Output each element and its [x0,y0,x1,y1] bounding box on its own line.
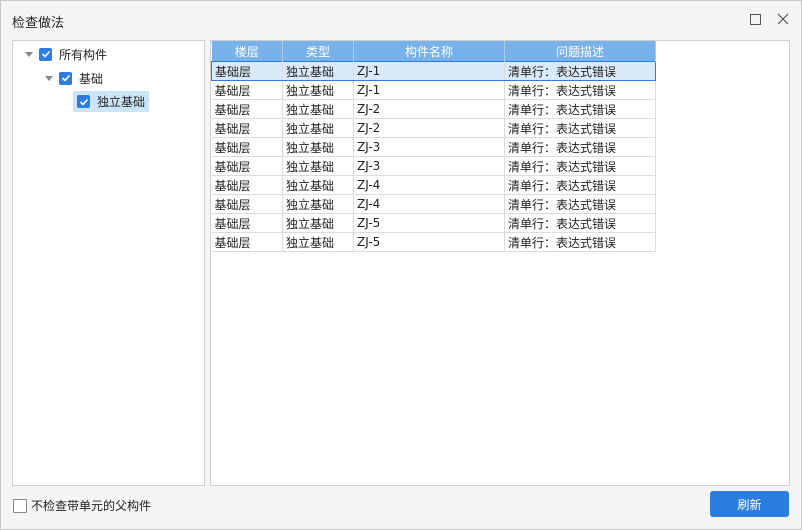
table-cell: 独立基础 [282,80,354,100]
table-cell: 基础层 [211,156,283,176]
table-row[interactable]: 基础层 独立基础 ZJ-5 清单行：表达式错误 [211,232,656,252]
table-cell: 基础层 [211,61,283,81]
check-icon [79,98,88,106]
table-cell: 独立基础 [282,61,354,81]
table-cell: 清单行：表达式错误 [504,156,656,176]
table-row[interactable]: 基础层 独立基础 ZJ-4 清单行：表达式错误 [211,175,656,195]
table-cell: ZJ-2 [353,118,505,138]
table-cell: 基础层 [211,213,283,233]
table-row[interactable]: 基础层 独立基础 ZJ-1 清单行：表达式错误 [211,61,656,81]
tree-checkbox[interactable] [77,95,90,108]
table-cell: 清单行：表达式错误 [504,61,656,81]
table-cell: 独立基础 [282,99,354,119]
table-row[interactable]: 基础层 独立基础 ZJ-3 清单行：表达式错误 [211,137,656,157]
table-cell: ZJ-3 [353,156,505,176]
table-cell: 清单行：表达式错误 [504,80,656,100]
table-cell: ZJ-1 [353,61,505,81]
expand-arrow-icon[interactable] [25,51,33,57]
column-header-issue[interactable]: 问题描述 [504,41,656,62]
table-cell: 清单行：表达式错误 [504,175,656,195]
column-header-type[interactable]: 类型 [282,41,354,62]
table-cell: ZJ-4 [353,175,505,195]
tree-node-label: 所有构件 [59,47,108,62]
table-row[interactable]: 基础层 独立基础 ZJ-2 清单行：表达式错误 [211,118,656,138]
expand-arrow-icon[interactable] [45,75,53,81]
table-cell: ZJ-2 [353,99,505,119]
table-cell: 清单行：表达式错误 [504,194,656,214]
table-cell: ZJ-3 [353,137,505,157]
dialog-title: 检查做法 [12,16,65,31]
table-cell: 独立基础 [282,137,354,157]
table-cell: 基础层 [211,80,283,100]
tree-node-label: 独立基础 [97,95,146,109]
check-icon [61,74,70,82]
tree-node-label: 基础 [79,71,104,86]
tree-node-isolated-foundation[interactable]: 独立基础 [73,91,150,112]
component-tree: 所有构件 基础 独立基础 [12,40,205,486]
table-cell: ZJ-5 [353,213,505,233]
table-cell: 独立基础 [282,232,354,252]
title-bar: 检查做法 [1,1,801,39]
maximize-button[interactable] [747,11,763,27]
table-cell: 独立基础 [282,213,354,233]
checkbox-label: 不检查带单元的父构件 [31,499,152,513]
table-cell: 清单行：表达式错误 [504,118,656,138]
table-cell: 清单行：表达式错误 [504,99,656,119]
skip-parent-with-units-checkbox[interactable]: 不检查带单元的父构件 [13,497,151,514]
table-cell: 独立基础 [282,156,354,176]
tree-node-all-components[interactable]: 所有构件 [25,44,107,64]
tree-checkbox[interactable] [39,47,52,61]
table-cell: ZJ-4 [353,194,505,214]
close-button[interactable] [775,11,791,27]
table-cell: 基础层 [211,232,283,252]
results-table: 楼层 类型 构件名称 问题描述 基础层 独立基础 ZJ-1 清单行：表达式错误 基础层独… [211,41,656,252]
column-header-component-name[interactable]: 构件名称 [353,41,505,62]
close-icon [777,13,789,25]
table-cell: 基础层 [211,99,283,119]
maximize-icon [749,13,761,25]
table-cell: 基础层 [211,175,283,195]
table-cell: ZJ-5 [353,232,505,252]
check-icon [41,50,50,58]
table-row[interactable]: 基础层 独立基础 ZJ-2 清单行：表达式错误 [211,99,656,119]
table-cell: 清单行：表达式错误 [504,137,656,157]
table-cell: 独立基础 [282,118,354,138]
table-row[interactable]: 基础层 独立基础 ZJ-3 清单行：表达式错误 [211,156,656,176]
table-header-row: 楼层 类型 构件名称 问题描述 [211,41,656,62]
table-cell: 清单行：表达式错误 [504,213,656,233]
column-header-floor[interactable]: 楼层 [211,41,283,62]
table-cell: 独立基础 [282,175,354,195]
table-row[interactable]: 基础层 独立基础 ZJ-1 清单行：表达式错误 [211,80,656,100]
tree-checkbox[interactable] [59,71,72,85]
table-cell: 清单行：表达式错误 [504,232,656,252]
table-row[interactable]: 基础层 独立基础 ZJ-5 清单行：表达式错误 [211,213,656,233]
table-cell: 基础层 [211,137,283,157]
results-table-panel: 楼层 类型 构件名称 问题描述 基础层 独立基础 ZJ-1 清单行：表达式错误 基础层独… [210,40,790,486]
table-cell: 基础层 [211,118,283,138]
checkbox-box[interactable] [13,498,27,513]
table-cell: 基础层 [211,194,283,214]
tree-node-foundation[interactable]: 基础 [45,68,103,88]
table-cell: 独立基础 [282,194,354,214]
refresh-button[interactable]: 刷新 [710,491,789,517]
table-cell: ZJ-1 [353,80,505,100]
table-row[interactable]: 基础层 独立基础 ZJ-4 清单行：表达式错误 [211,194,656,214]
